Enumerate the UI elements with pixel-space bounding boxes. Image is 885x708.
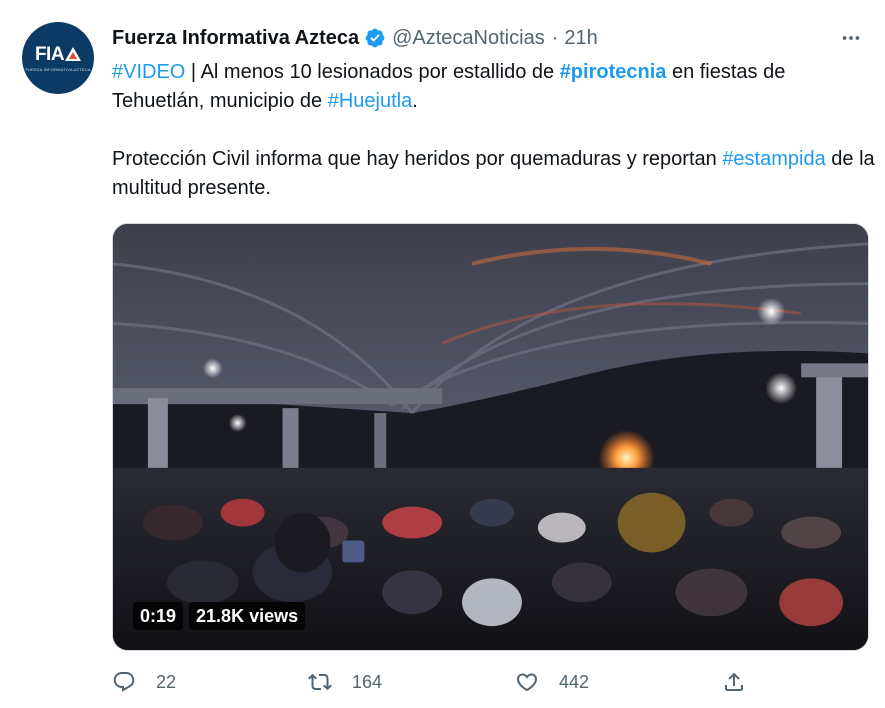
retweet-button[interactable]: 164: [308, 670, 382, 694]
reply-button[interactable]: 22: [112, 670, 176, 694]
video-views: 21.8K views: [189, 602, 306, 630]
tweet-paragraph-2: Protección Civil informa que hay heridos…: [112, 145, 877, 203]
hashtag-video[interactable]: #VIDEO: [112, 61, 185, 83]
tweet-text-segment: Protección Civil informa que hay heridos…: [112, 148, 723, 170]
timestamp[interactable]: 21h: [564, 27, 597, 50]
verified-badge-icon: [365, 28, 385, 48]
hashtag-pirotecnia[interactable]: #pirotecnia: [560, 61, 667, 83]
reply-count: 22: [156, 671, 177, 692]
avatar-logo-text: FIA: [34, 43, 65, 65]
retweet-icon: [308, 673, 332, 691]
video-badges: 0:19 21.8K views: [133, 602, 306, 630]
video-duration: 0:19: [133, 602, 184, 630]
display-name[interactable]: Fuerza Informativa Azteca: [112, 27, 359, 50]
avatar[interactable]: FIA FUERZA INFORMATIVA AZTECA: [22, 22, 94, 94]
tweet-text-segment: | Al menos 10 lesionados por estallido d…: [185, 61, 560, 83]
video-player[interactable]: 0:19 21.8K views: [112, 223, 869, 651]
more-options-button[interactable]: [837, 24, 865, 52]
avatar-subtext: FUERZA INFORMATIVA AZTECA: [25, 66, 91, 72]
hashtag-huejutla[interactable]: #Huejutla: [328, 90, 413, 112]
avatar-logo: FIA: [34, 43, 82, 65]
share-icon: [725, 672, 743, 691]
retweet-count: 164: [352, 671, 383, 692]
avatar-logo-triangle: [65, 47, 82, 61]
tweet-text: #VIDEO | Al menos 10 lesionados por esta…: [112, 58, 877, 203]
separator: ·: [551, 26, 559, 49]
action-bar: 22 164 442: [112, 670, 752, 700]
like-button[interactable]: 442: [515, 670, 589, 694]
heart-icon: [516, 673, 538, 692]
tweet-text-segment: .: [412, 90, 418, 112]
tweet-paragraph-1: #VIDEO | Al menos 10 lesionados por esta…: [112, 58, 877, 116]
video-thumbnail: [113, 224, 868, 650]
like-count: 442: [559, 671, 590, 692]
more-icon: [842, 36, 860, 40]
handle[interactable]: @AztecaNoticias: [392, 27, 545, 50]
share-button[interactable]: [722, 670, 746, 694]
hashtag-estampida[interactable]: #estampida: [722, 148, 825, 170]
tweet-header: Fuerza Informativa Azteca @AztecaNoticia…: [112, 25, 865, 51]
reply-icon: [113, 672, 135, 692]
